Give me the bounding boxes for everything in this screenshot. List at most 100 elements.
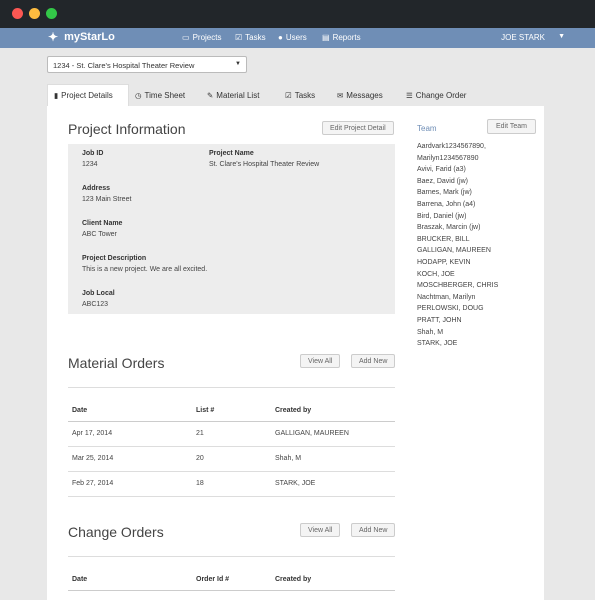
- envelope-icon: ✉: [337, 90, 344, 100]
- close-window-button[interactable]: [12, 8, 23, 19]
- project-info-title: Project Information: [68, 121, 186, 137]
- divider: [68, 590, 395, 591]
- nav-projects-label: Projects: [192, 33, 222, 42]
- project-select-value: 1234 - St. Clare's Hospital Theater Revi…: [53, 61, 195, 70]
- brand-name: myStarLo: [64, 31, 115, 43]
- edit-team-button[interactable]: Edit Team: [487, 119, 536, 134]
- team-member: STARK, JOE: [417, 340, 458, 348]
- divider: [68, 421, 395, 422]
- table-cell: Feb 27, 2014: [72, 480, 114, 487]
- table-cell: STARK, JOE: [275, 480, 316, 487]
- stack-icon: ☰: [406, 90, 413, 100]
- team-member: BRUCKER, BILL: [417, 235, 470, 243]
- team-member: Braszak, Marcin (jw): [417, 224, 481, 232]
- tab-label: Messages: [346, 90, 383, 100]
- team-member: Barrena, John (a4): [417, 200, 476, 208]
- material-view-all-button[interactable]: View All: [300, 354, 341, 368]
- project-info-box: [68, 144, 395, 314]
- divider: [68, 556, 395, 557]
- project-name-value: St. Clare's Hospital Theater Review: [209, 161, 320, 168]
- checkbox-icon: ☑: [235, 33, 243, 42]
- table-cell: Shah, M: [275, 455, 302, 462]
- brand-logo[interactable]: ✦ myStarLo: [48, 30, 115, 44]
- tab-time-sheet[interactable]: ◷ Time Sheet: [129, 84, 191, 106]
- table-cell: Apr 17, 2014: [72, 430, 113, 437]
- team-member: Barnes, Mark (jw): [417, 189, 472, 197]
- divider: [68, 471, 395, 472]
- team-member: PERLOWSKI, DOUG: [417, 305, 484, 313]
- tab-messages[interactable]: ✉ Messages: [331, 84, 389, 106]
- nav-users-label: Users: [285, 33, 307, 42]
- tab-label: Project Details: [61, 91, 113, 100]
- nav-projects[interactable]: ▭ Projects: [182, 33, 221, 42]
- tab-change-order[interactable]: ☰ Change Order: [400, 84, 472, 106]
- team-member: Nachtman, Marilyn: [417, 293, 476, 301]
- tab-material-list[interactable]: ✎ Material List: [201, 84, 265, 106]
- file-icon: ▮: [54, 91, 59, 100]
- caret-down-icon: ▼: [235, 61, 241, 67]
- nav-reports[interactable]: ▤ Reports: [322, 33, 361, 42]
- user-menu[interactable]: JOE STARK: [501, 33, 545, 42]
- tab-project-details[interactable]: ▮ Project Details: [47, 84, 129, 106]
- material-add-new-button[interactable]: Add New: [351, 354, 396, 368]
- column-header: List #: [196, 407, 215, 414]
- team-member: Baez, David (jw): [417, 177, 468, 185]
- job-id-value: 1234: [82, 161, 98, 168]
- table-cell: GALLIGAN, MAUREEN: [275, 430, 349, 437]
- folder-icon: ▭: [182, 33, 190, 42]
- tab-label: Tasks: [294, 90, 316, 100]
- nav-users[interactable]: ● Users: [278, 33, 307, 42]
- change-orders-title: Change Orders: [68, 524, 164, 540]
- column-header: Date: [72, 576, 88, 583]
- caret-down-icon[interactable]: ▼: [558, 33, 565, 40]
- team-member: MOSCHBERGER, CHRIS: [417, 282, 499, 290]
- nav-reports-label: Reports: [332, 33, 361, 42]
- material-orders-title: Material Orders: [68, 355, 165, 371]
- nav-tasks[interactable]: ☑ Tasks: [235, 33, 266, 42]
- table-cell: 21: [196, 430, 204, 437]
- tab-label: Time Sheet: [144, 90, 186, 100]
- tab-label: Change Order: [415, 90, 467, 100]
- team-member: HODAPP, KEVIN: [417, 258, 471, 266]
- team-member: PRATT, JOHN: [417, 316, 462, 324]
- client-name-value: ABC Tower: [82, 231, 117, 238]
- divider: [68, 496, 395, 497]
- table-cell: Mar 25, 2014: [72, 455, 114, 462]
- project-select[interactable]: 1234 - St. Clare's Hospital Theater Revi…: [47, 56, 247, 73]
- user-icon: ●: [278, 33, 283, 42]
- nav-tasks-label: Tasks: [245, 33, 266, 42]
- job-id-label: Job ID: [82, 150, 104, 157]
- checkbox-icon: ☑: [285, 90, 292, 100]
- team-list: Aardvark1234567890, Marilyn1234567890 Aviv…: [417, 141, 537, 350]
- zoom-window-button[interactable]: [46, 8, 57, 19]
- column-header: Created by: [275, 407, 312, 414]
- edit-project-detail-button[interactable]: Edit Project Detail: [322, 121, 394, 135]
- divider: [68, 446, 395, 447]
- address-value: 123 Main Street: [82, 196, 132, 203]
- client-name-label: Client Name: [82, 220, 123, 227]
- document-icon: ▤: [322, 33, 330, 42]
- clock-icon: ◷: [135, 90, 142, 100]
- project-tabs: ▮ Project Details ◷ Time Sheet ✎ Materia…: [47, 84, 547, 106]
- table-cell: 20: [196, 455, 204, 462]
- change-view-all-button[interactable]: View All: [300, 523, 341, 537]
- tab-label: Material List: [216, 90, 260, 100]
- minimize-window-button[interactable]: [29, 8, 40, 19]
- team-title: Team: [417, 124, 437, 133]
- divider: [68, 387, 395, 388]
- column-header: Created by: [275, 576, 312, 583]
- column-header: Date: [72, 407, 88, 414]
- description-value: This is a new project. We are all excite…: [82, 266, 208, 273]
- description-label: Project Description: [82, 255, 147, 262]
- top-navbar: ✦ myStarLo ▭ Projects ☑ Tasks ● Users ▤ …: [0, 28, 595, 48]
- column-header: Order Id #: [196, 576, 230, 583]
- address-label: Address: [82, 185, 111, 192]
- change-add-new-button[interactable]: Add New: [351, 523, 396, 537]
- team-member: GALLIGAN, MAUREEN: [417, 247, 491, 255]
- tab-tasks[interactable]: ☑ Tasks: [279, 84, 321, 106]
- project-name-label: Project Name: [209, 150, 254, 157]
- team-member: Shah, M: [417, 328, 444, 336]
- team-member: Avivi, Farid (a3): [417, 166, 466, 174]
- book-icon: ✎: [207, 90, 214, 100]
- team-member: KOCH, JOE: [417, 270, 455, 278]
